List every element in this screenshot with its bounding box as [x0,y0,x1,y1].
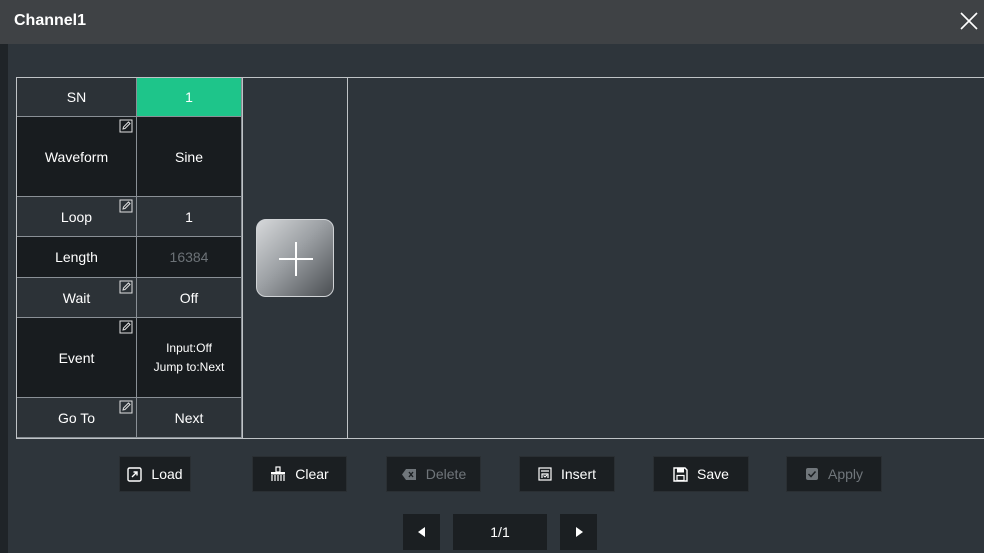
column-divider [242,77,243,439]
insert-icon [538,467,552,481]
sn-label-cell: SN [17,78,137,117]
prev-page-button[interactable] [403,514,440,550]
waveform-value: Sine [174,148,204,165]
wait-value: Off [179,289,199,306]
wait-label-cell[interactable]: Wait [17,278,137,318]
insert-button[interactable]: Insert [519,456,615,492]
delete-button[interactable]: Delete [386,456,481,492]
sn-value: 1 [185,89,193,105]
delete-label: Delete [425,466,467,482]
loop-value: 1 [185,208,193,225]
goto-value-cell[interactable]: Next [137,398,242,438]
length-value: 16384 [169,249,209,265]
length-label: Length [55,249,98,265]
page-number: 1/1 [490,524,510,540]
waveform-label: Waveform [44,148,109,165]
check-icon [805,468,818,480]
edit-icon[interactable] [119,320,133,334]
title-bar: Channel1 [0,0,984,44]
sn-value-cell[interactable]: 1 [137,78,242,117]
loop-label-cell[interactable]: Loop [17,197,137,237]
event-label: Event [58,349,95,366]
sn-label: SN [66,89,87,105]
wait-value-cell[interactable]: Off [137,278,242,318]
event-jump-value: Jump to:Next [153,359,225,374]
event-value-cell[interactable]: Input:Off Jump to:Next [137,318,242,398]
clear-button[interactable]: Clear [252,456,347,492]
insert-label: Insert [560,466,596,482]
load-icon [127,466,143,482]
backspace-icon [401,468,416,480]
waveform-preview-area [348,78,984,438]
waveform-label-cell[interactable]: Waveform [17,117,137,197]
goto-label-cell[interactable]: Go To [17,398,137,438]
clear-label: Clear [295,466,329,482]
edit-icon[interactable] [119,119,133,133]
triangle-left-icon [417,527,425,537]
loop-value-cell[interactable]: 1 [137,197,242,237]
broom-icon [271,466,286,481]
page-indicator: 1/1 [453,514,547,550]
triangle-right-icon [575,527,583,537]
apply-label: Apply [827,466,864,482]
edit-icon[interactable] [119,400,133,414]
save-label: Save [697,466,729,482]
wait-label: Wait [62,289,91,306]
apply-button[interactable]: Apply [786,456,882,492]
save-button[interactable]: Save [653,456,749,492]
goto-value: Next [174,409,204,426]
edit-icon[interactable] [119,280,133,294]
add-step-button[interactable] [256,219,334,297]
edit-icon[interactable] [119,199,133,213]
load-button[interactable]: Load [119,456,191,492]
next-page-button[interactable] [560,514,597,550]
goto-label: Go To [57,409,96,426]
loop-label: Loop [60,208,93,225]
window-title: Channel1 [14,12,87,29]
event-input-value: Input:Off [166,340,212,355]
plus-icon [279,242,313,276]
close-icon[interactable] [958,10,980,32]
event-label-cell[interactable]: Event [17,318,137,398]
floppy-icon [673,466,688,482]
length-value-cell: 16384 [137,237,242,278]
waveform-value-cell[interactable]: Sine [137,117,242,197]
load-label: Load [151,466,183,482]
length-label-cell: Length [17,237,137,278]
